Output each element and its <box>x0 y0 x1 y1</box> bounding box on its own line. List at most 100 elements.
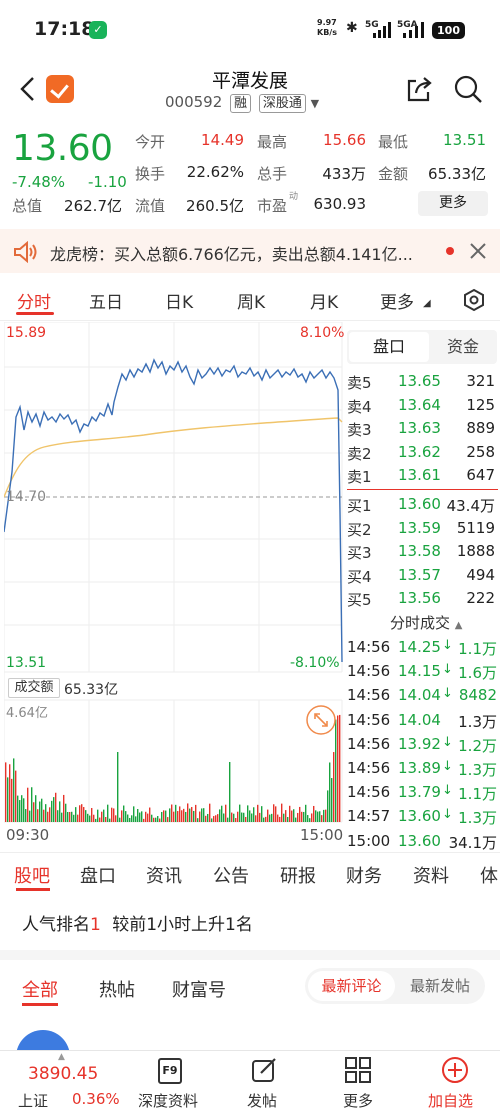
volume-bar <box>265 816 267 822</box>
tab-monthly[interactable]: 月K <box>310 288 338 313</box>
volume-bar <box>123 805 125 822</box>
btab-research[interactable]: 研报 <box>280 862 316 888</box>
btab-finance[interactable]: 财务 <box>346 862 382 888</box>
volume-bar <box>37 809 39 822</box>
chevron-down-icon[interactable]: ▼ <box>311 97 319 110</box>
intraday-chart[interactable] <box>4 322 344 852</box>
volume-bar <box>25 809 27 822</box>
sort-latest-post[interactable]: 最新发帖 <box>397 971 483 1001</box>
close-icon[interactable] <box>469 242 487 260</box>
ask-price: 13.65 <box>398 372 441 390</box>
volume-bar <box>147 813 149 822</box>
volume-bar <box>241 812 243 822</box>
volume-bar <box>255 815 257 822</box>
tick-volume: 1.1万 <box>458 640 497 658</box>
btab-forum[interactable]: 股吧 <box>14 862 50 888</box>
ctab-all[interactable]: 全部 <box>22 976 58 1002</box>
bb-more[interactable]: 更多 <box>343 1090 373 1111</box>
volume-bar <box>95 818 97 822</box>
bid-label: 买5 <box>347 591 372 609</box>
volume-bar <box>85 810 87 822</box>
seg-orderbook[interactable]: 盘口 <box>349 332 429 362</box>
time-end-label: 15:00 <box>300 826 344 844</box>
btab-news[interactable]: 资讯 <box>146 862 182 888</box>
volume-bar <box>143 818 145 822</box>
volume-bar <box>157 816 159 822</box>
f9-icon: F9 <box>158 1058 182 1084</box>
arrow-down-icon: ↓ <box>442 686 453 702</box>
volume-bar <box>27 787 29 822</box>
ctab-fortune[interactable]: 财富号 <box>172 976 226 1002</box>
bid-label: 买4 <box>347 567 372 586</box>
seg-capital[interactable]: 资金 <box>431 332 495 362</box>
volume-bar <box>299 806 301 822</box>
tab-weekly[interactable]: 周K <box>237 288 265 313</box>
more-button[interactable]: 更多 <box>418 191 488 216</box>
index-caret-icon: ▲ <box>58 1052 65 1062</box>
popularity-rank[interactable]: 人气排名1 较前1小时上升1名 <box>22 910 253 935</box>
volume-bar <box>153 817 155 822</box>
btab-more[interactable]: 体 <box>480 862 498 888</box>
volume-bar <box>93 814 95 822</box>
tab-daily[interactable]: 日K <box>165 288 193 313</box>
tick-volume: 1.3万 <box>458 761 497 779</box>
volume-bar <box>305 804 307 822</box>
volume-bar <box>171 804 173 822</box>
arrow-down-icon: ↓ <box>442 711 453 726</box>
ticks-title[interactable]: 分时成交 ▲ <box>390 612 463 633</box>
volume-bar <box>245 816 247 822</box>
volume-bar <box>313 805 315 822</box>
search-icon[interactable] <box>453 74 483 104</box>
volume-bar <box>319 811 321 822</box>
volume-bar <box>105 816 107 822</box>
bid-volume: 1888 <box>456 542 495 560</box>
bb-deep-data[interactable]: 深度资料 <box>138 1090 198 1111</box>
volume-bar <box>235 818 237 822</box>
sort-latest-comment[interactable]: 最新评论 <box>308 971 395 1001</box>
volume-bar <box>227 817 229 822</box>
btab-orderbook[interactable]: 盘口 <box>80 862 116 888</box>
chart-grid <box>4 322 343 823</box>
stock-code-line: 000592 融 深股通 ▼ <box>165 93 319 113</box>
volume-bar <box>63 794 65 822</box>
bb-post[interactable]: 发帖 <box>247 1090 277 1111</box>
volume-bar <box>103 809 105 822</box>
sort-segment[interactable]: 最新评论 最新发帖 <box>305 968 485 1004</box>
volume-bar <box>179 806 181 822</box>
tick-row: 14:56 14.04 ↓ 8482 <box>347 684 500 708</box>
tab-five-day[interactable]: 五日 <box>89 288 123 313</box>
bb-add-watchlist[interactable]: 加自选 <box>428 1090 473 1111</box>
volume-bar <box>167 817 169 822</box>
volume-indicator-label[interactable]: 成交额 <box>8 678 60 698</box>
orderbook-segment[interactable]: 盘口 资金 <box>347 330 497 364</box>
volume-bar <box>11 778 13 822</box>
settings-icon[interactable] <box>462 288 486 312</box>
net-speed-unit: KB/s <box>317 28 337 37</box>
btab-profile[interactable]: 资料 <box>413 862 449 888</box>
tick-time: 14:56 <box>347 686 391 705</box>
expand-icon[interactable] <box>305 704 337 736</box>
volume-bar <box>237 811 239 822</box>
connect-tag[interactable]: 深股通 <box>258 94 306 113</box>
tick-row: 14:56 14.04↓ 1.3万 <box>347 709 500 733</box>
volume-bar <box>159 818 161 822</box>
tab-intraday[interactable]: 分时 <box>17 288 51 313</box>
tick-time: 14:56 <box>347 710 391 729</box>
volume-bar <box>183 808 185 822</box>
index-value[interactable]: 3890.45 <box>28 1064 98 1084</box>
tick-row: 14:56 14.15 ↓ 1.6万 <box>347 660 500 684</box>
ctab-hot[interactable]: 热帖 <box>99 976 135 1002</box>
volume-bar <box>177 811 179 822</box>
volume-bar <box>145 811 147 822</box>
bid-label: 买2 <box>347 520 372 539</box>
btab-notices[interactable]: 公告 <box>213 862 249 888</box>
share-icon[interactable] <box>404 74 434 104</box>
volume-bar <box>315 810 317 822</box>
volume-bar <box>297 812 299 822</box>
tab-more[interactable]: 更多 <box>380 288 414 313</box>
volume-bar <box>303 811 305 822</box>
volume-bar <box>47 811 49 822</box>
pct-max-label: 8.10% <box>300 325 345 341</box>
volume-bar <box>77 814 79 822</box>
dragon-tiger-banner[interactable]: 龙虎榜：买入总额6.766亿元，卖出总额4.141亿... <box>0 229 500 273</box>
